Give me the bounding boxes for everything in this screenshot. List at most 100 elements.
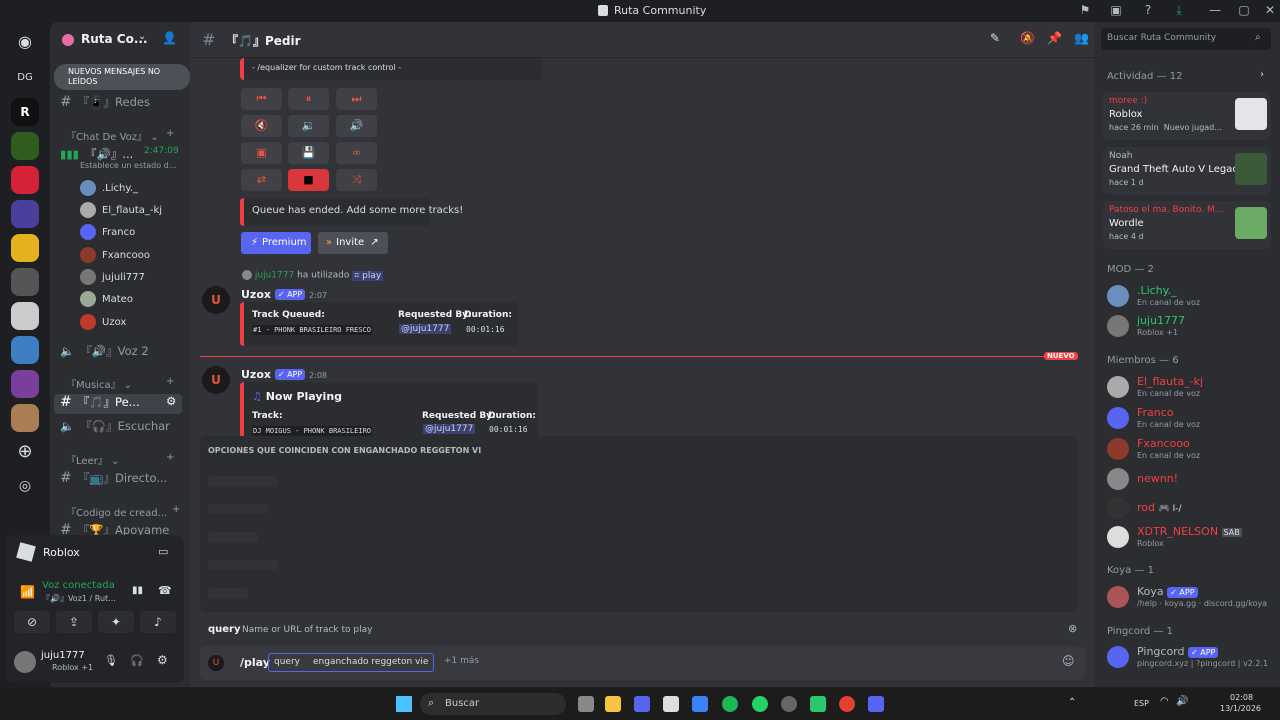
next-button[interactable]: ⏭ xyxy=(336,88,377,110)
app-icon[interactable] xyxy=(868,696,884,712)
channel-voz2[interactable]: 🔈 『🔊』Voz 2 xyxy=(60,343,149,363)
mic-icon[interactable]: 🎙 xyxy=(104,654,118,667)
task-view-icon[interactable] xyxy=(578,696,594,712)
search-box[interactable]: Buscar Ruta Community ⌕ xyxy=(1101,28,1271,50)
category-leer[interactable]: 『Leer』 ⌄ + xyxy=(66,452,174,467)
member-item[interactable]: .Lichy._ En canal de voz xyxy=(1107,283,1272,313)
save-button[interactable]: 💾 xyxy=(288,142,329,164)
voice-channel-label[interactable]: 『🔊』Voz1 / Rut... xyxy=(42,593,116,604)
channel-pedir[interactable]: # 『🎵』Pe... ⚙ xyxy=(54,394,182,414)
close-icon[interactable]: ⊗ xyxy=(1068,622,1077,635)
command-user[interactable]: juju1777 xyxy=(255,271,294,281)
unread-banner[interactable]: NUEVOS MENSAJES NO LEÍDOS xyxy=(54,64,190,90)
app-icon[interactable] xyxy=(810,696,826,712)
threads-icon[interactable]: ✎ xyxy=(990,31,1000,45)
language-label[interactable]: ESP xyxy=(1134,699,1149,708)
volume-up-button[interactable]: 🔊 xyxy=(336,115,377,137)
notifications-icon[interactable]: 🔕 xyxy=(1020,31,1035,45)
settings-icon[interactable]: ⚙ xyxy=(157,653,168,667)
store-icon[interactable] xyxy=(663,696,679,712)
add-member-icon[interactable]: 👤 xyxy=(162,31,177,45)
server-icon[interactable] xyxy=(11,200,39,228)
member-item[interactable]: Franco En canal de voz xyxy=(1107,405,1272,435)
member-item[interactable]: rod 🎮 I-/ xyxy=(1107,495,1272,525)
voice-user[interactable]: Fxancooo xyxy=(80,247,150,267)
volume-down-button[interactable]: 🔉 xyxy=(288,115,329,137)
voice-user[interactable]: El_flauta_-kj xyxy=(80,202,162,222)
activity-card[interactable]: Patoso el ma. Bonito. M... Wordle hace 4… xyxy=(1103,201,1271,249)
download-icon[interactable]: ⤓ xyxy=(1169,3,1189,18)
chevron-right-icon[interactable]: › xyxy=(1260,69,1264,80)
search-input[interactable]: Buscar Ruta Community xyxy=(1107,33,1216,43)
member-item[interactable]: Fxancooo En canal de voz xyxy=(1107,436,1272,466)
command-name[interactable]: ⌗ play xyxy=(352,270,384,281)
clock-date[interactable]: 13/1/2026 xyxy=(1220,704,1261,713)
screen-icon[interactable]: ▣ xyxy=(1106,3,1126,17)
requester-mention[interactable]: @juju1777 xyxy=(423,424,476,434)
activity-card[interactable]: moree :) Roblox hace 26 min Nuevo jugad.… xyxy=(1103,92,1271,140)
file-explorer-icon[interactable] xyxy=(605,696,621,712)
avatar[interactable]: U xyxy=(202,286,230,314)
bot-name[interactable]: Uzox xyxy=(241,368,271,381)
emoji-icon[interactable]: ☺ xyxy=(1062,654,1075,668)
query-input[interactable]: query enganchado reggeton vie xyxy=(268,653,434,672)
previous-button[interactable]: ⏮ xyxy=(241,88,282,110)
add-server-icon[interactable]: ⊕ xyxy=(11,438,39,466)
volume-icon[interactable]: 🔊 xyxy=(1176,696,1188,707)
soundboard-icon[interactable]: ♪ xyxy=(140,611,176,633)
voice-user[interactable]: Uzox xyxy=(80,314,126,334)
server-r[interactable]: R xyxy=(11,98,39,126)
channel-escuchar[interactable]: 🔈 『🎧』Escuchar xyxy=(60,418,170,438)
explore-icon[interactable]: ◎ xyxy=(11,472,39,500)
activity-card[interactable]: Noah Grand Theft Auto V Legacy hace 1 d xyxy=(1103,147,1271,195)
server-icon[interactable] xyxy=(11,336,39,364)
server-header[interactable]: Ruta Co... ⌄ 👤 xyxy=(50,22,190,58)
channel-directo[interactable]: # 『📺』Directo... xyxy=(60,470,167,490)
member-item[interactable]: Koya ✓ APP/help · koya.gg · discord.gg/k… xyxy=(1107,584,1272,614)
activities-icon[interactable]: ✦ xyxy=(98,611,134,633)
member-item[interactable]: newnn! xyxy=(1107,466,1272,496)
screen-share-icon[interactable]: ▭ xyxy=(158,545,168,558)
stop-button[interactable]: ■ xyxy=(288,169,329,191)
server-dg[interactable]: DG xyxy=(11,64,39,92)
close-icon[interactable]: ✕ xyxy=(1260,3,1280,17)
spotify-icon[interactable] xyxy=(722,696,738,712)
chrome-icon[interactable] xyxy=(839,696,855,712)
member-item[interactable]: El_flauta_-kj En canal de voz xyxy=(1107,374,1272,404)
requester-mention[interactable]: @juju1777 xyxy=(399,324,452,334)
whatsapp-icon[interactable] xyxy=(752,696,768,712)
server-icon[interactable] xyxy=(11,166,39,194)
taskbar-search[interactable]: ⌕ Buscar xyxy=(420,693,566,715)
app-icon[interactable] xyxy=(781,696,797,712)
headphones-icon[interactable]: 🎧 xyxy=(130,654,144,667)
repeat-button[interactable]: ⇄ xyxy=(241,169,282,191)
shuffle-button[interactable]: ⤨ xyxy=(336,169,377,191)
voice-user[interactable]: Franco xyxy=(80,224,135,244)
members-icon[interactable]: 👥 xyxy=(1074,31,1089,45)
server-icon[interactable] xyxy=(11,370,39,398)
invite-button[interactable]: » Invite ↗ xyxy=(318,232,388,254)
message-composer[interactable]: U /play query enganchado reggeton vie +1… xyxy=(200,646,1085,680)
mute-button[interactable]: 🔇 xyxy=(241,115,282,137)
activity-card[interactable]: Roblox ▭ xyxy=(6,535,184,569)
voice-user[interactable]: jujuli777 xyxy=(80,269,145,289)
chevron-up-icon[interactable]: ⌃ xyxy=(1068,697,1076,708)
pin-icon[interactable]: 📌 xyxy=(1047,31,1062,45)
camera-off-icon[interactable]: ⊘ xyxy=(14,611,50,633)
gear-icon[interactable]: ⚙ xyxy=(166,394,176,408)
server-icon[interactable] xyxy=(11,268,39,296)
app-icon[interactable] xyxy=(692,696,708,712)
voice-user[interactable]: Mateo xyxy=(80,291,133,311)
category-voz[interactable]: 『Chat De Voz』 ⌄ + xyxy=(66,128,174,143)
loop-button[interactable]: ∞ xyxy=(336,142,377,164)
disconnect-icon[interactable]: ☎ xyxy=(158,584,172,597)
server-ruta[interactable] xyxy=(11,404,39,432)
voice-user[interactable]: .Lichy._ xyxy=(80,180,138,200)
discord-icon[interactable] xyxy=(634,696,650,712)
minimize-icon[interactable]: — xyxy=(1205,3,1225,17)
premium-button[interactable]: ⚡ Premium xyxy=(241,232,311,254)
voice-status[interactable]: Establece un estado d... xyxy=(80,161,176,181)
channel-redes[interactable]: # 『📱』Redes xyxy=(60,94,150,114)
member-item[interactable]: juju1777 Roblox +1 xyxy=(1107,313,1272,343)
server-icon[interactable] xyxy=(11,234,39,262)
